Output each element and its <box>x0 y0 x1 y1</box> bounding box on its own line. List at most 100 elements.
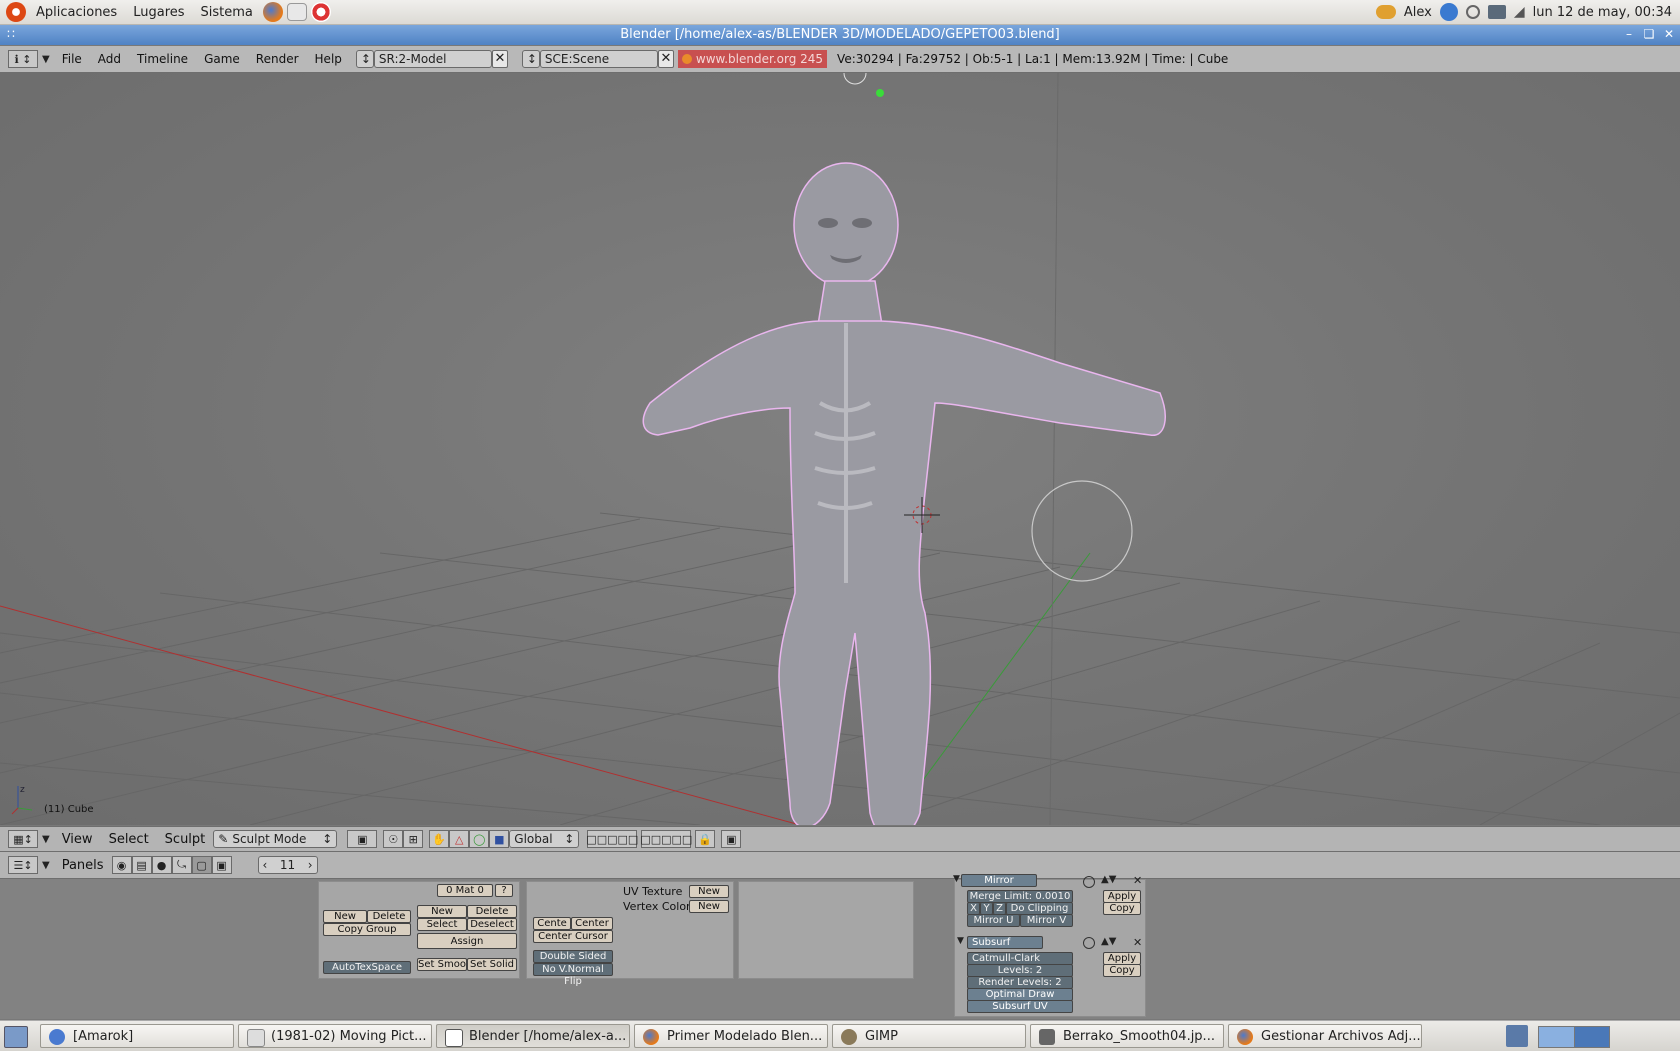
scene-context-icon[interactable]: ▣ <box>211 856 232 874</box>
editing-context-icon[interactable]: ▢ <box>191 856 212 874</box>
centre-new-button[interactable]: Center Ne <box>571 917 613 941</box>
lock-layers-icon[interactable]: 🔒 <box>695 830 716 848</box>
task-document[interactable]: (1981-02) Moving Pict... <box>238 1024 432 1048</box>
volume-icon[interactable]: ◢ <box>1514 4 1525 20</box>
delete-screen-button[interactable]: ✕ <box>491 50 508 68</box>
delete-scene-button[interactable]: ✕ <box>657 50 674 68</box>
frame-number-field[interactable]: ‹ 11 › <box>257 856 318 874</box>
autotexspace-toggle[interactable]: AutoTexSpace <box>323 961 411 974</box>
user-name[interactable]: Alex <box>1404 5 1432 20</box>
show-desktop-icon[interactable] <box>4 1026 28 1048</box>
menu-help[interactable]: Help <box>307 52 350 66</box>
editor-type-grid-icon[interactable]: ▦↕ <box>8 830 38 848</box>
scene-name-field[interactable]: SCE:Scene <box>539 50 658 68</box>
layers-row-1-icon[interactable]: □□□□□ <box>586 830 638 848</box>
mat-index-field[interactable]: 0 Mat 0 <box>437 884 493 897</box>
workspace-2[interactable] <box>1574 1027 1609 1047</box>
menu-view[interactable]: View <box>54 832 101 847</box>
subsurf-copy-button[interactable]: Copy <box>1103 964 1141 977</box>
mirror-enable-icon[interactable] <box>1083 876 1095 888</box>
menu-aplicaciones[interactable]: Aplicaciones <box>28 5 125 20</box>
clock[interactable]: lun 12 de may, 00:34 <box>1533 5 1672 20</box>
vgroup-new-button[interactable]: New <box>323 910 367 923</box>
viewport-canvas[interactable]: z <box>0 73 1680 825</box>
3d-viewport[interactable]: z <box>0 73 1680 825</box>
keys-icon[interactable] <box>1375 5 1396 19</box>
mat-assign-button[interactable]: Assign <box>417 933 517 949</box>
lamp-object-icon[interactable] <box>843 73 867 85</box>
menu-panels[interactable]: Panels <box>54 858 112 873</box>
firefox-launcher-icon[interactable] <box>262 2 283 22</box>
minimize-icon[interactable]: – <box>1622 27 1636 41</box>
window-menu-icon[interactable]: ∷ <box>4 27 18 41</box>
pivot-icon[interactable]: ☉ <box>383 830 404 848</box>
collapse-menus-icon[interactable]: ▼ <box>42 834 50 845</box>
monitor-icon[interactable] <box>1487 5 1506 19</box>
mat-new-button[interactable]: New <box>417 905 467 918</box>
subsurf-enable-icon[interactable] <box>1083 937 1095 949</box>
menu-timeline[interactable]: Timeline <box>129 52 196 66</box>
subsurf-move-icon[interactable]: ▲▼ <box>1101 936 1116 947</box>
object-context-icon[interactable]: ⤿ <box>171 856 192 874</box>
menu-sculpt[interactable]: Sculpt <box>157 832 214 847</box>
chevron-right-icon[interactable]: › <box>308 858 313 872</box>
scene-browse[interactable]: ↕ <box>521 50 540 68</box>
render-preview-icon[interactable]: ▣ <box>721 830 742 848</box>
menu-game[interactable]: Game <box>196 52 248 66</box>
help-lifebuoy-icon[interactable] <box>310 2 331 22</box>
subsurf-modifier-name[interactable]: Subsurf <box>967 936 1043 949</box>
mat-help-button[interactable]: ? <box>495 884 513 897</box>
info-window-type-icon[interactable]: ℹ ↕ <box>8 50 38 68</box>
collapse-menus-icon[interactable]: ▼ <box>42 54 50 65</box>
menu-add[interactable]: Add <box>90 52 129 66</box>
center-cursor-button[interactable]: Center Cursor <box>533 930 613 943</box>
subsurf-uv-toggle[interactable]: Subsurf UV <box>967 1000 1073 1013</box>
mirror-copy-button[interactable]: Copy <box>1103 902 1141 915</box>
mode-select[interactable]: ✎ Sculpt Mode ↕ <box>213 830 338 848</box>
workspace-switcher[interactable] <box>1538 1026 1610 1048</box>
no-vnormal-flip-toggle[interactable]: No V.Normal Flip <box>533 963 613 987</box>
task-amarok[interactable]: [Amarok] <box>40 1024 234 1048</box>
task-blender[interactable]: Blender [/home/alex-a... <box>436 1024 630 1048</box>
menu-select[interactable]: Select <box>101 832 157 847</box>
search-icon[interactable] <box>1465 5 1480 19</box>
scale-manipulator-icon[interactable]: ◯ <box>469 830 490 848</box>
mail-launcher-icon[interactable] <box>286 3 307 21</box>
set-smooth-button[interactable]: Set Smoo <box>417 958 467 971</box>
collapse-menus-icon[interactable]: ▼ <box>42 860 50 871</box>
uv-texture-new-button[interactable]: New <box>689 885 729 898</box>
maximize-icon[interactable]: ❏ <box>1642 27 1656 41</box>
manipulator-toggle-icon[interactable]: ■ <box>489 830 510 848</box>
set-solid-button[interactable]: Set Solid <box>467 958 517 971</box>
trash-icon[interactable] <box>1506 1025 1528 1047</box>
ubuntu-logo-icon[interactable] <box>6 2 26 22</box>
chevron-left-icon[interactable]: ‹ <box>263 858 268 872</box>
task-firefox-modelado[interactable]: Primer Modelado Blen... <box>634 1024 828 1048</box>
task-firefox-attachments[interactable]: Gestionar Archivos Adj... <box>1228 1024 1422 1048</box>
menu-render[interactable]: Render <box>248 52 307 66</box>
copy-group-button[interactable]: Copy Group <box>323 923 411 936</box>
layers-row-2-icon[interactable]: □□□□□ <box>640 830 692 848</box>
close-icon[interactable]: ✕ <box>1662 27 1676 41</box>
script-context-icon[interactable]: ▤ <box>131 856 152 874</box>
vertex-color-new-button[interactable]: New <box>689 900 729 913</box>
menu-lugares[interactable]: Lugares <box>125 5 192 20</box>
mirror-u-toggle[interactable]: Mirror U <box>967 914 1020 927</box>
screen-name-field[interactable]: SR:2-Model <box>373 50 492 68</box>
snap-icon[interactable]: ⊞ <box>403 830 424 848</box>
sculpt-model[interactable] <box>642 162 1166 825</box>
orientation-select[interactable]: Global ↕ <box>509 830 580 848</box>
grab-manipulator-icon[interactable]: ✋ <box>429 830 450 848</box>
menu-sistema[interactable]: Sistema <box>193 5 261 20</box>
draw-type-icon[interactable]: ▣ <box>347 830 378 848</box>
buttons-editor-type-icon[interactable]: ☰↕ <box>8 856 38 874</box>
logic-context-icon[interactable]: ◉ <box>111 856 132 874</box>
mat-deselect-button[interactable]: Deselect <box>467 918 517 931</box>
screen-browse[interactable]: ↕ <box>355 50 374 68</box>
blender-org-link[interactable]: www.blender.org 245 <box>677 50 828 68</box>
shading-context-icon[interactable]: ● <box>151 856 172 874</box>
mat-select-button[interactable]: Select <box>417 918 467 931</box>
mat-delete-button[interactable]: Delete <box>467 905 517 918</box>
centre-button[interactable]: Cente <box>533 917 571 930</box>
menu-file[interactable]: File <box>54 52 90 66</box>
